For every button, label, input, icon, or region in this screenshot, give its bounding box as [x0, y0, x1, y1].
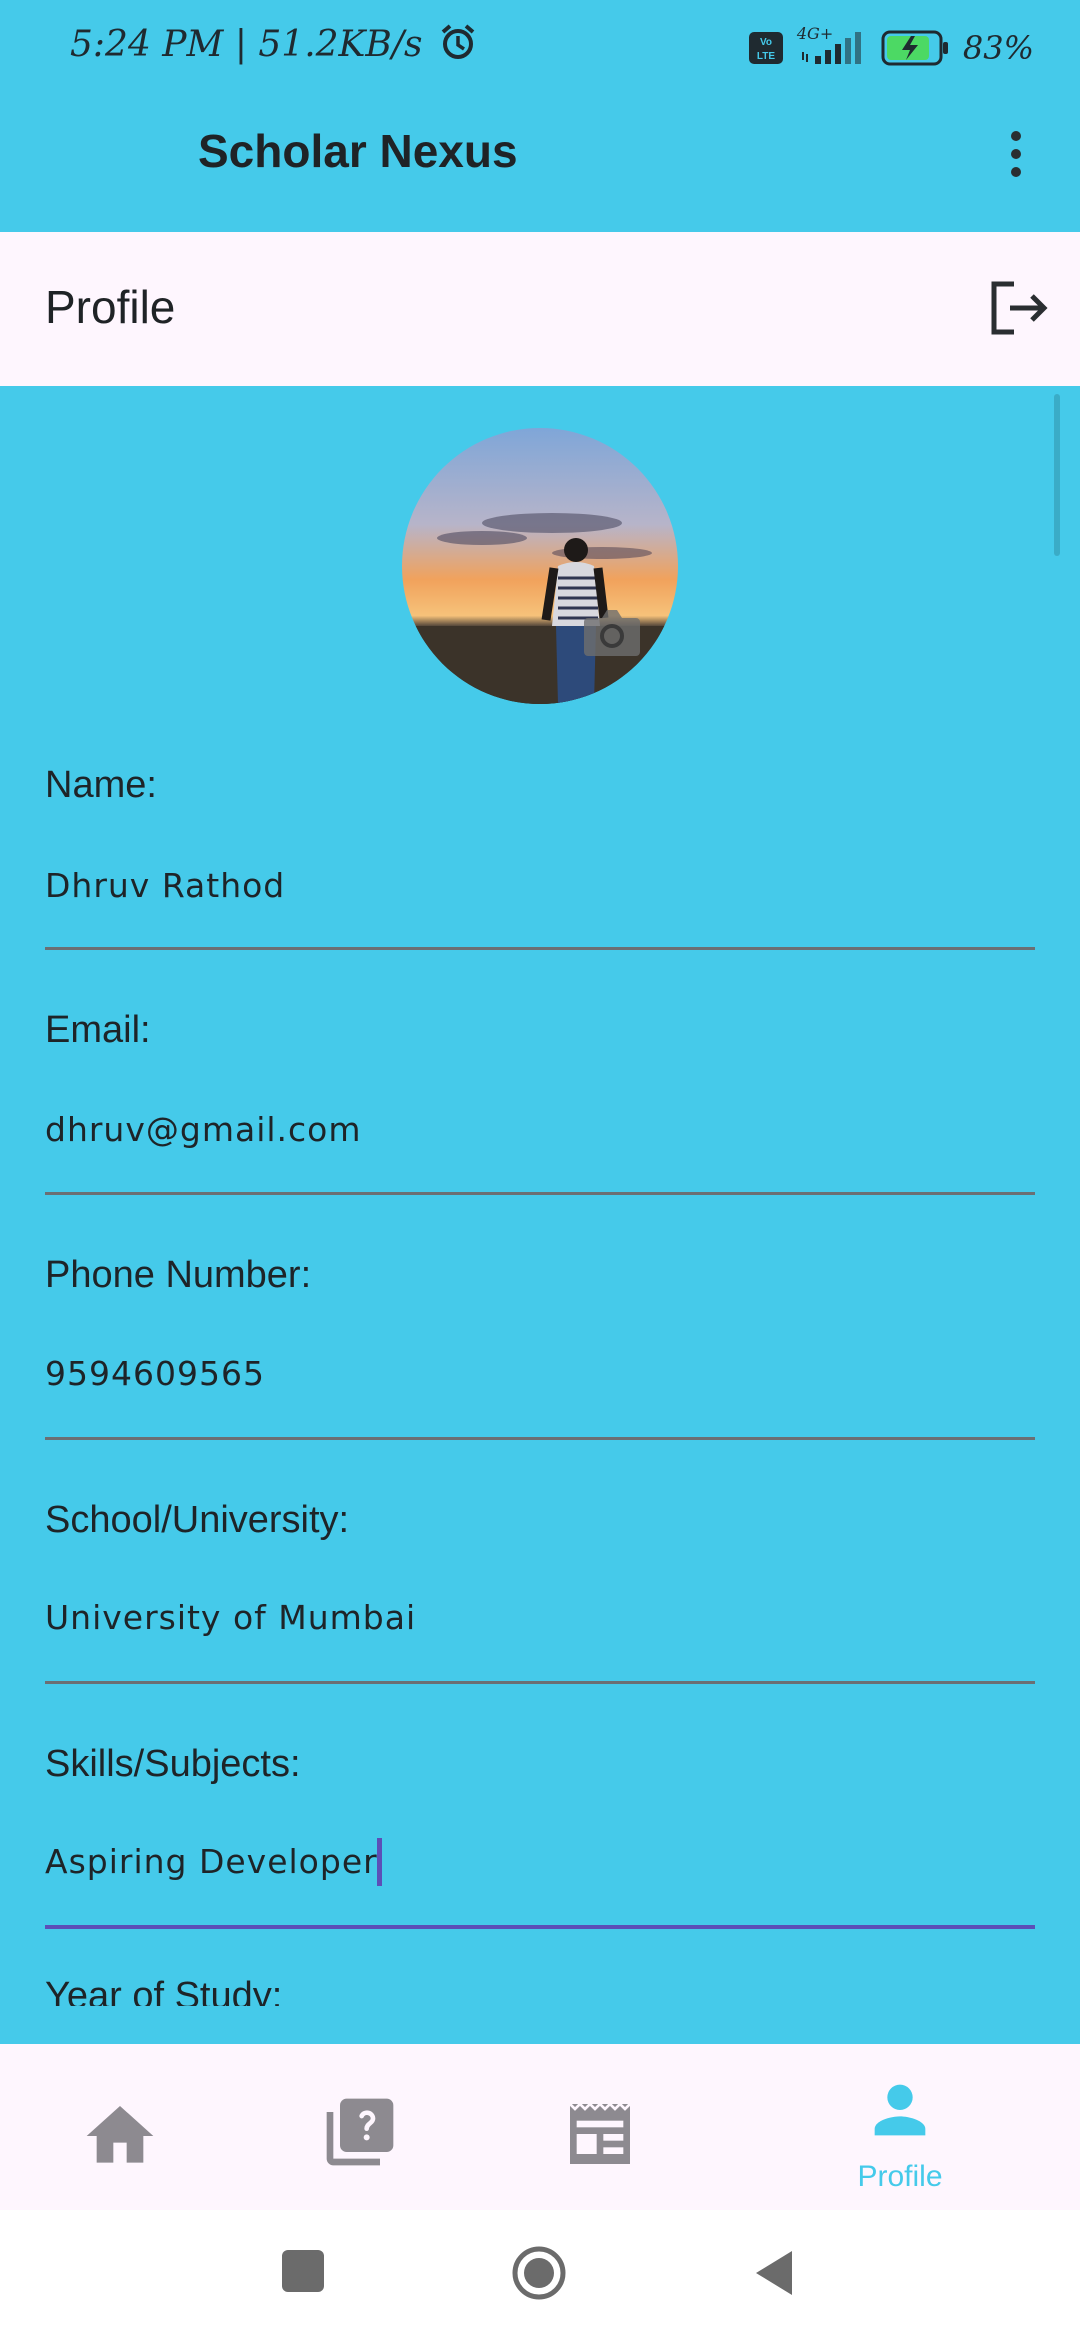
- home-button[interactable]: [511, 2245, 567, 2301]
- status-icons: Vo LTE 4G+ 83%: [748, 24, 1034, 70]
- avatar[interactable]: [402, 428, 678, 704]
- svg-text:LTE: LTE: [757, 51, 775, 62]
- field-label-email: Email:: [45, 1009, 151, 1051]
- skills-field-underline: [45, 1925, 1035, 1929]
- phone-field[interactable]: 9594609565: [45, 1354, 265, 1393]
- home-icon: [86, 2106, 154, 2163]
- logout-icon: [991, 281, 1048, 335]
- page-title: Profile: [45, 281, 176, 333]
- avatar-photo: [402, 428, 678, 704]
- phone-field-underline: [45, 1437, 1035, 1440]
- volte-icon: Vo LTE: [748, 32, 783, 64]
- more-vert-icon[interactable]: [996, 124, 1036, 184]
- battery-charging-icon: [881, 30, 948, 66]
- name-field[interactable]: Dhruv Rathod: [45, 866, 285, 905]
- email-field[interactable]: dhruv@gmail.com: [45, 1110, 362, 1149]
- nav-label-profile: Profile: [857, 2160, 943, 2193]
- email-field-underline: [45, 1192, 1035, 1195]
- field-label-phone: Phone Number:: [45, 1254, 312, 1296]
- field-label-name: Name:: [45, 764, 157, 806]
- newspaper-icon: [569, 2102, 631, 2164]
- school-field-underline: [45, 1681, 1035, 1684]
- text-cursor: [377, 1838, 382, 1886]
- signal-icon: 4G+: [797, 24, 867, 68]
- alarm-icon: [441, 24, 475, 59]
- nav-item-quiz[interactable]: [240, 2044, 480, 2210]
- system-nav-bar: [0, 2210, 1080, 2340]
- recents-button[interactable]: [282, 2250, 324, 2292]
- status-bar: 5:24 PM | 51.2KB/s Vo LTE 4G+ 83%: [0, 0, 1080, 96]
- field-label-year: Year of Study:: [45, 1980, 1035, 2006]
- nav-item-news[interactable]: [480, 2044, 720, 2210]
- status-time-speed: 5:24 PM | 51.2KB/s: [70, 22, 478, 65]
- logout-button[interactable]: [980, 272, 1052, 344]
- quiz-icon: [326, 2098, 394, 2166]
- nav-item-home[interactable]: [0, 2044, 240, 2210]
- person-icon: [874, 2084, 926, 2136]
- name-field-underline: [45, 947, 1035, 950]
- school-field[interactable]: University of Mumbai: [45, 1598, 416, 1637]
- bottom-nav: Profile: [0, 2044, 1080, 2210]
- profile-header: Profile: [0, 232, 1080, 386]
- status-time-text: 5:24 PM | 51.2KB/s: [70, 24, 423, 65]
- skills-field[interactable]: Aspiring Developer: [45, 1842, 378, 1881]
- nav-item-profile[interactable]: Profile: [780, 2044, 1020, 2210]
- app-title: Scholar Nexus: [198, 125, 518, 177]
- back-button[interactable]: [752, 2248, 796, 2298]
- skills-field-text: Aspiring Developer: [45, 1842, 378, 1881]
- camera-icon[interactable]: [582, 606, 642, 658]
- field-label-skills: Skills/Subjects:: [45, 1743, 301, 1785]
- svg-text:Vo: Vo: [760, 37, 772, 48]
- scrollbar[interactable]: [1054, 394, 1060, 556]
- field-label-school: School/University:: [45, 1499, 350, 1541]
- battery-percent: 83%: [962, 29, 1034, 67]
- field-label-year-text: Year of Study:: [45, 1980, 283, 2006]
